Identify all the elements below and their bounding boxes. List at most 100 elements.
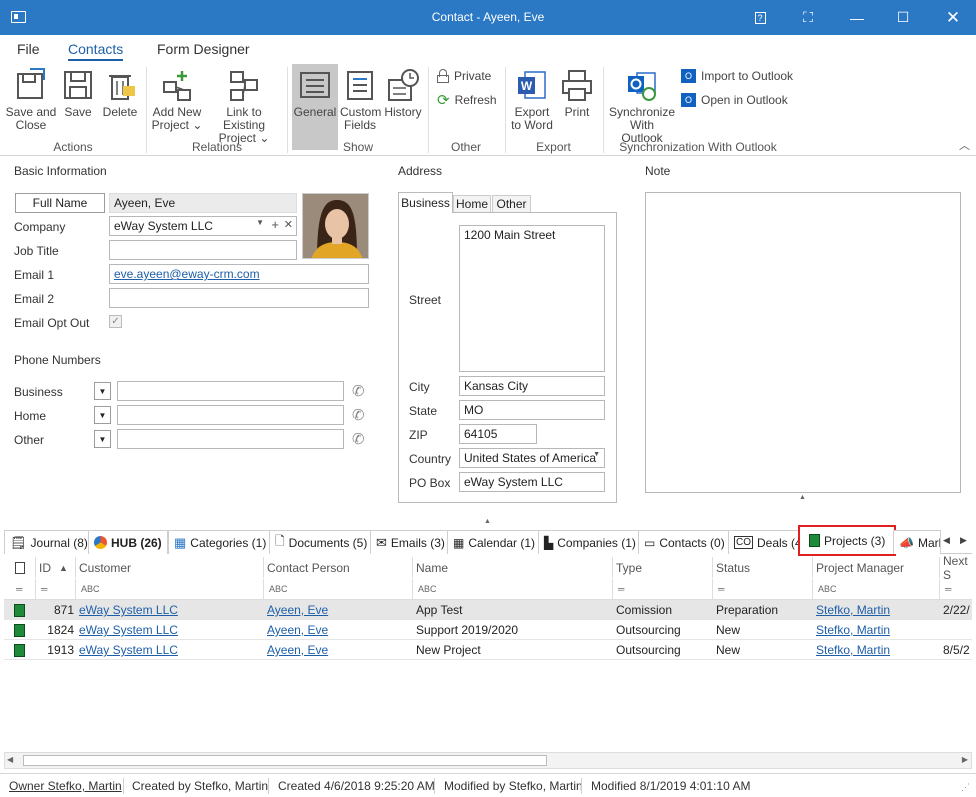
- history-button[interactable]: History: [383, 66, 423, 134]
- table-row[interactable]: 1913 eWay System LLC Ayeen, Eve New Proj…: [4, 640, 972, 660]
- resize-grip-icon[interactable]: ⋰: [961, 782, 970, 793]
- splitter-arrow-icon[interactable]: ▲: [484, 518, 491, 525]
- email1-field[interactable]: eve.ayeen@eway-crm.com: [109, 264, 369, 284]
- horizontal-scrollbar[interactable]: ◀ ▶: [4, 752, 972, 769]
- phone-call-icon[interactable]: ✆: [352, 406, 365, 424]
- custom-fields-button[interactable]: Custom Fields: [340, 66, 381, 134]
- import-to-outlook-button[interactable]: O Import to Outlook: [681, 66, 793, 86]
- full-name-button[interactable]: Full Name: [15, 193, 105, 213]
- company-dropdown-icon[interactable]: ▼: [256, 218, 264, 227]
- table-row[interactable]: 871 eWay System LLC Ayeen, Eve App Test …: [4, 600, 972, 620]
- tab-hub[interactable]: HUB (26): [88, 530, 168, 554]
- email2-field[interactable]: [109, 288, 369, 308]
- tab-companies[interactable]: ▙ Companies (1): [538, 530, 642, 554]
- column-type[interactable]: Type: [613, 557, 713, 578]
- delete-button[interactable]: Delete: [100, 66, 140, 134]
- cell-contact[interactable]: Ayeen, Eve: [264, 620, 411, 640]
- tab-emails[interactable]: ✉ Emails (3): [370, 530, 451, 554]
- cell-pm[interactable]: Stefko, Martin: [813, 640, 938, 660]
- phone-business-field[interactable]: [117, 381, 344, 401]
- tab-contacts[interactable]: ▭ Contacts (0): [638, 530, 731, 554]
- phone-other-type-dropdown[interactable]: ▼: [94, 430, 111, 448]
- city-field[interactable]: Kansas City: [459, 376, 605, 396]
- company-clear-icon[interactable]: ✕: [284, 218, 293, 231]
- cell-customer[interactable]: eWay System LLC: [76, 600, 262, 620]
- help-icon[interactable]: ?: [737, 0, 783, 35]
- tab-calendar[interactable]: ▦ Calendar (1): [447, 530, 542, 554]
- job-title-field[interactable]: [109, 240, 297, 260]
- filter-name-abc-icon[interactable]: ABC: [413, 579, 613, 599]
- phone-other-field[interactable]: [117, 429, 344, 449]
- column-contact-person[interactable]: Contact Person: [264, 557, 413, 578]
- tab-documents[interactable]: 🗋 Documents (5): [269, 530, 374, 554]
- filter-pm-abc-icon[interactable]: ABC: [813, 579, 940, 599]
- add-new-project-button[interactable]: Add New Project ⌄: [151, 66, 203, 134]
- cell-pm[interactable]: Stefko, Martin: [813, 620, 938, 640]
- cell-pm[interactable]: Stefko, Martin: [813, 600, 938, 620]
- column-next-step[interactable]: Next S: [940, 554, 972, 582]
- tab-projects[interactable]: Projects (3): [798, 525, 897, 556]
- email-opt-out-checkbox[interactable]: ✓: [109, 315, 122, 328]
- tab-file[interactable]: File: [17, 41, 40, 57]
- filter-icon[interactable]: ═: [4, 579, 36, 599]
- filter-contact-abc-icon[interactable]: ABC: [264, 579, 413, 599]
- private-button[interactable]: Private: [437, 66, 491, 86]
- phone-home-type-dropdown[interactable]: ▼: [94, 406, 111, 424]
- column-customer[interactable]: Customer: [76, 557, 264, 578]
- refresh-button[interactable]: ⟳ Refresh: [437, 90, 497, 110]
- scrollbar-thumb[interactable]: [23, 755, 547, 766]
- zip-field[interactable]: 64105: [459, 424, 537, 444]
- state-field[interactable]: MO: [459, 400, 605, 420]
- tab-categories[interactable]: ▦ Categories (1): [168, 530, 273, 554]
- country-select[interactable]: United States of America ▼: [459, 448, 605, 468]
- scroll-left-icon[interactable]: ◀: [7, 755, 13, 764]
- email1-value[interactable]: eve.ayeen@eway-crm.com: [114, 267, 260, 281]
- tab-journal[interactable]: 🗒 Journal (8): [4, 530, 94, 554]
- save-button[interactable]: Save: [60, 66, 96, 134]
- save-and-close-button[interactable]: Save and Close: [4, 66, 58, 134]
- tabs-scroll-right-icon[interactable]: ▶: [960, 535, 967, 546]
- tabs-scroll-left-icon[interactable]: ◀: [943, 535, 950, 546]
- tab-contacts[interactable]: Contacts: [68, 41, 124, 61]
- address-tab-business[interactable]: Business: [398, 192, 453, 213]
- general-button[interactable]: General: [292, 64, 338, 150]
- splitter-arrow-icon[interactable]: ▲: [799, 494, 806, 501]
- company-add-icon[interactable]: +: [271, 217, 279, 232]
- pobox-field[interactable]: eWay System LLC: [459, 472, 605, 492]
- company-field[interactable]: eWay System LLC ▼ + ✕: [109, 216, 297, 236]
- link-existing-project-button[interactable]: Link to Existing Project ⌄: [206, 66, 282, 145]
- address-tab-home[interactable]: Home: [453, 195, 491, 213]
- close-button[interactable]: ✕: [930, 0, 976, 35]
- cell-contact[interactable]: Ayeen, Eve: [264, 640, 411, 660]
- fullscreen-icon[interactable]: ⛶: [785, 0, 831, 35]
- scroll-right-icon[interactable]: ▶: [962, 755, 968, 764]
- tab-marketing[interactable]: 📣Marke: [893, 530, 941, 554]
- cell-customer[interactable]: eWay System LLC: [76, 620, 262, 640]
- filter-next[interactable]: ═: [940, 579, 972, 599]
- phone-home-field[interactable]: [117, 405, 344, 425]
- maximize-button[interactable]: ☐: [880, 0, 926, 35]
- column-id[interactable]: ID ▲: [36, 557, 76, 578]
- note-field[interactable]: [645, 192, 961, 493]
- phone-business-type-dropdown[interactable]: ▼: [94, 382, 111, 400]
- status-owner[interactable]: Owner Stefko, Martin: [9, 779, 122, 793]
- export-to-word-button[interactable]: W Export to Word: [509, 66, 555, 134]
- collapse-ribbon-icon[interactable]: ︿: [959, 137, 970, 153]
- table-row[interactable]: 1824 eWay System LLC Ayeen, Eve Support …: [4, 620, 972, 640]
- filter-id[interactable]: ═: [36, 579, 76, 599]
- print-button[interactable]: Print: [559, 66, 595, 134]
- full-name-field[interactable]: Ayeen, Eve: [109, 193, 297, 213]
- tab-form-designer[interactable]: Form Designer: [157, 41, 250, 57]
- column-status[interactable]: Status: [713, 557, 813, 578]
- filter-status[interactable]: ═: [713, 579, 813, 599]
- phone-call-icon[interactable]: ✆: [352, 382, 365, 400]
- avatar[interactable]: [302, 193, 369, 259]
- filter-customer-abc-icon[interactable]: ABC: [76, 579, 264, 599]
- street-field[interactable]: 1200 Main Street: [459, 225, 605, 372]
- minimize-button[interactable]: —: [834, 0, 880, 35]
- column-project-manager[interactable]: Project Manager: [813, 557, 940, 578]
- new-item-icon[interactable]: [4, 557, 36, 578]
- open-in-outlook-button[interactable]: O Open in Outlook: [681, 90, 788, 110]
- synchronize-with-outlook-button[interactable]: Synchronize With Outlook: [608, 66, 676, 145]
- address-tab-other[interactable]: Other: [492, 195, 531, 213]
